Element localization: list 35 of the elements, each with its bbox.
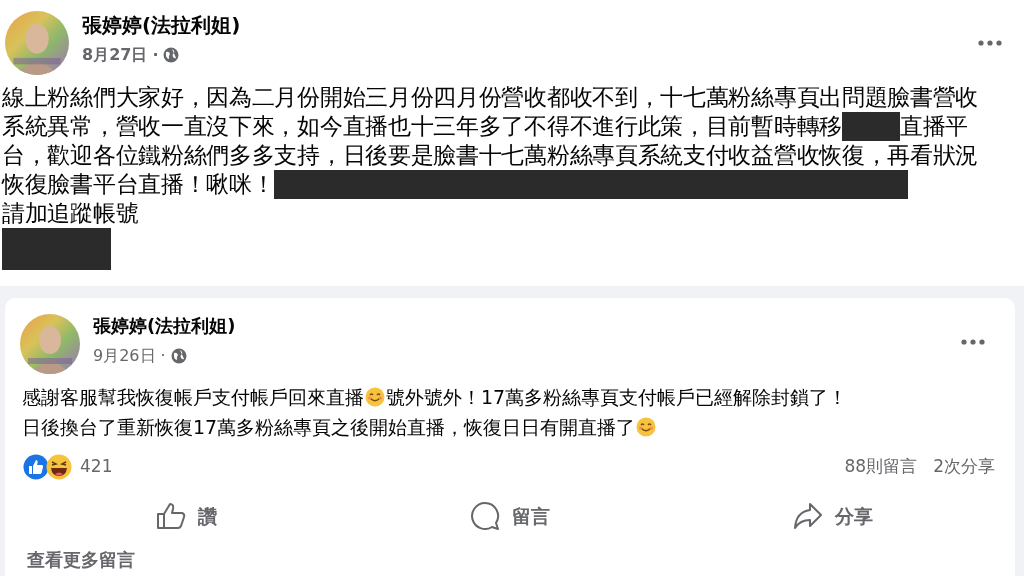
post-text: 台，歡迎各位鐵粉絲們多多支持，日後要是臉書十七萬粉絲專頁系統支付收益營收恢復，再看狀況 [2,141,979,170]
laughing-face-icon[interactable] [46,454,72,480]
more-icon[interactable] [978,40,1002,46]
smiling-face-icon [636,417,657,437]
thumbs-up-icon [156,502,187,530]
post-text: 日後換台了重新恢復17萬多粉絲專頁之後開始直播，恢復日日有開直播了 [22,415,636,440]
like-reaction-icon[interactable] [23,454,49,480]
author-name[interactable]: 張婷婷(法拉利姐) [93,314,236,338]
smiling-face-icon [365,387,385,407]
globe-icon [163,47,180,63]
view-more-comments-link[interactable]: 查看更多留言 [27,549,135,570]
comment-button[interactable]: 留言 [348,494,672,538]
separator: · [160,345,166,367]
share-count[interactable]: 2次分享 [933,454,995,480]
globe-icon [170,348,187,364]
share-icon [793,502,824,530]
share-button[interactable]: 分享 [671,494,995,538]
like-button[interactable]: 讚 [25,494,349,538]
post-text: 系統異常，營收一直沒下來，如今直播也十三年多了不得不進行此策，目前暫時轉移 [2,112,842,141]
reaction-count[interactable]: 421 [80,454,113,480]
post-text: 線上粉絲們大家好，因為二月份開始三月份四月份營收都收不到，十七萬粉絲專頁出問題臉書營收 [2,83,979,112]
post-text: 感謝客服幫我恢復帳戶支付帳戶回來直播 [22,385,364,410]
redaction-bar [841,112,900,141]
post-text: 號外號外！17萬多粉絲專頁支付帳戶已經解除封鎖了！ [386,385,848,410]
post-date[interactable]: 9月26日 [93,344,156,368]
author-name[interactable]: 張婷婷(法拉利姐) [82,11,241,39]
post-text: 恢復臉書平台直播！啾咪！ [2,170,275,199]
post-date[interactable]: 8月27日 [82,43,148,67]
comment-count[interactable]: 88則留言 [844,454,918,480]
more-icon[interactable] [961,339,985,345]
avatar[interactable] [20,314,80,374]
post-text: 直播平 [899,112,968,141]
comment-icon [470,501,500,531]
post-text: 請加追蹤帳號 [2,199,139,228]
separator: · [152,44,159,66]
